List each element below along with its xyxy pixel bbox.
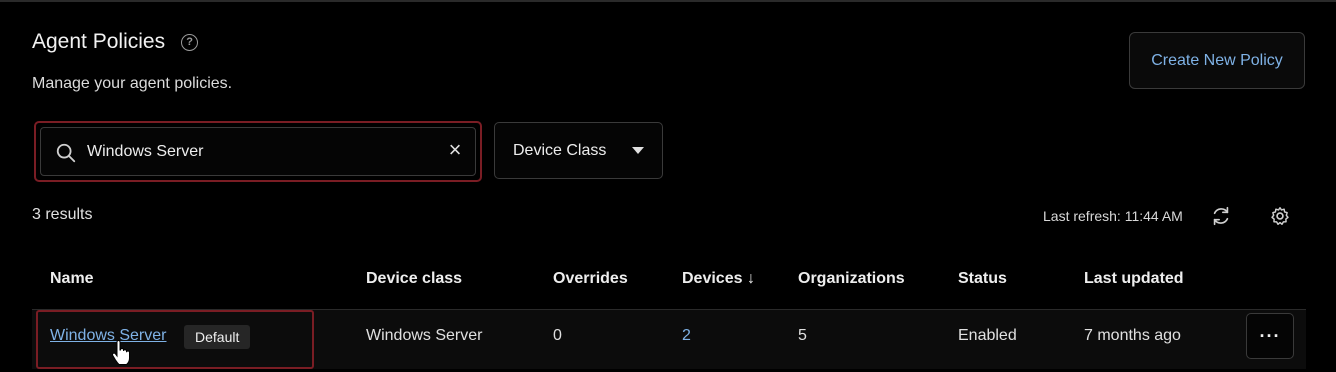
column-header-name[interactable]: Name: [50, 270, 94, 288]
column-header-organizations[interactable]: Organizations: [798, 270, 905, 288]
search-input[interactable]: [87, 136, 437, 168]
hand-pointer-icon: [111, 340, 130, 365]
create-new-policy-button[interactable]: Create New Policy: [1129, 32, 1305, 89]
results-count: 3 results: [32, 206, 93, 223]
gear-icon[interactable]: [1269, 205, 1291, 227]
refresh-icon[interactable]: [1210, 205, 1232, 227]
device-class-dropdown[interactable]: Device Class: [494, 122, 663, 179]
top-divider: [0, 0, 1336, 2]
device-class-label: Device Class: [513, 141, 607, 159]
column-header-device-class[interactable]: Device class: [366, 270, 462, 288]
column-header-devices[interactable]: Devices ↓: [682, 270, 755, 288]
question-circle-icon[interactable]: ?: [181, 33, 199, 51]
close-icon[interactable]: ×: [445, 139, 465, 161]
devices-count-link[interactable]: 2: [682, 327, 691, 345]
search-icon: [56, 143, 76, 163]
overrides-cell: 0: [553, 327, 562, 344]
organizations-cell: 5: [798, 327, 807, 344]
column-header-status[interactable]: Status: [958, 270, 1007, 288]
status-cell: Enabled: [958, 327, 1017, 344]
column-header-overrides[interactable]: Overrides: [553, 270, 628, 288]
page-title-text: Agent Policies: [32, 30, 166, 53]
column-header-last-updated[interactable]: Last updated: [1084, 270, 1184, 288]
default-badge: Default: [184, 325, 251, 349]
page-subtitle: Manage your agent policies.: [32, 75, 233, 92]
row-actions-button[interactable]: ···: [1246, 313, 1294, 359]
policy-name-link[interactable]: Windows Server: [50, 327, 166, 345]
search-box[interactable]: ×: [40, 127, 476, 176]
search-highlight-frame: ×: [34, 121, 482, 182]
caret-down-icon: [632, 147, 644, 154]
last-refresh-text: Last refresh: 11:44 AM: [1043, 208, 1183, 224]
last-updated-cell: 7 months ago: [1084, 327, 1181, 344]
page-title: Agent Policies ?: [32, 30, 199, 54]
device-class-cell: Windows Server: [366, 327, 483, 344]
